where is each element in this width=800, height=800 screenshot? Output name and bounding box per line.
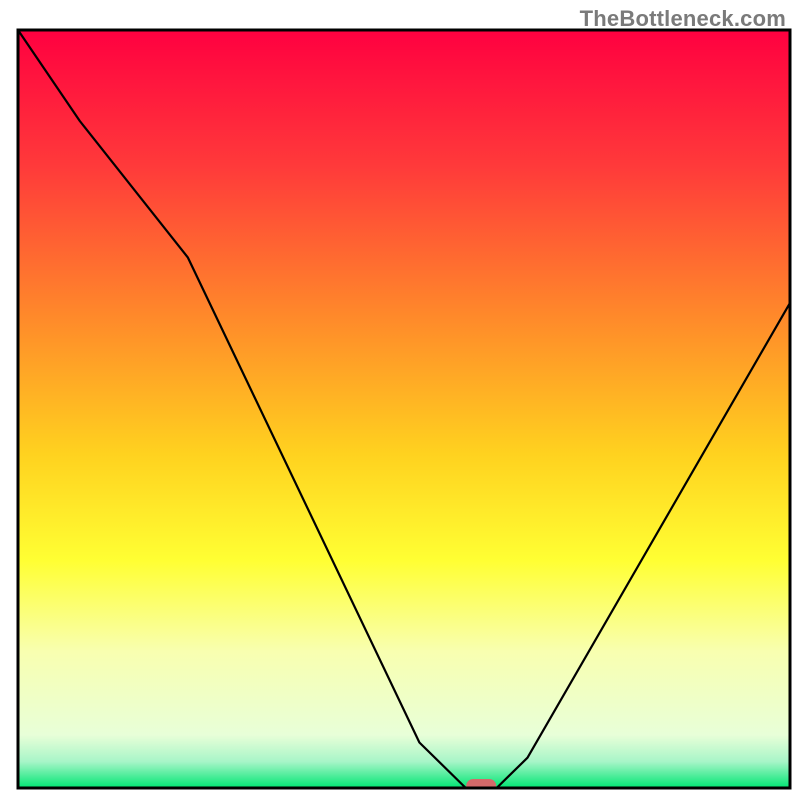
watermark-text: TheBottleneck.com [580,6,786,32]
optimal-marker [466,779,496,793]
chart-background-gradient [18,30,790,788]
chart-container: TheBottleneck.com [0,0,800,800]
bottleneck-chart [0,0,800,800]
